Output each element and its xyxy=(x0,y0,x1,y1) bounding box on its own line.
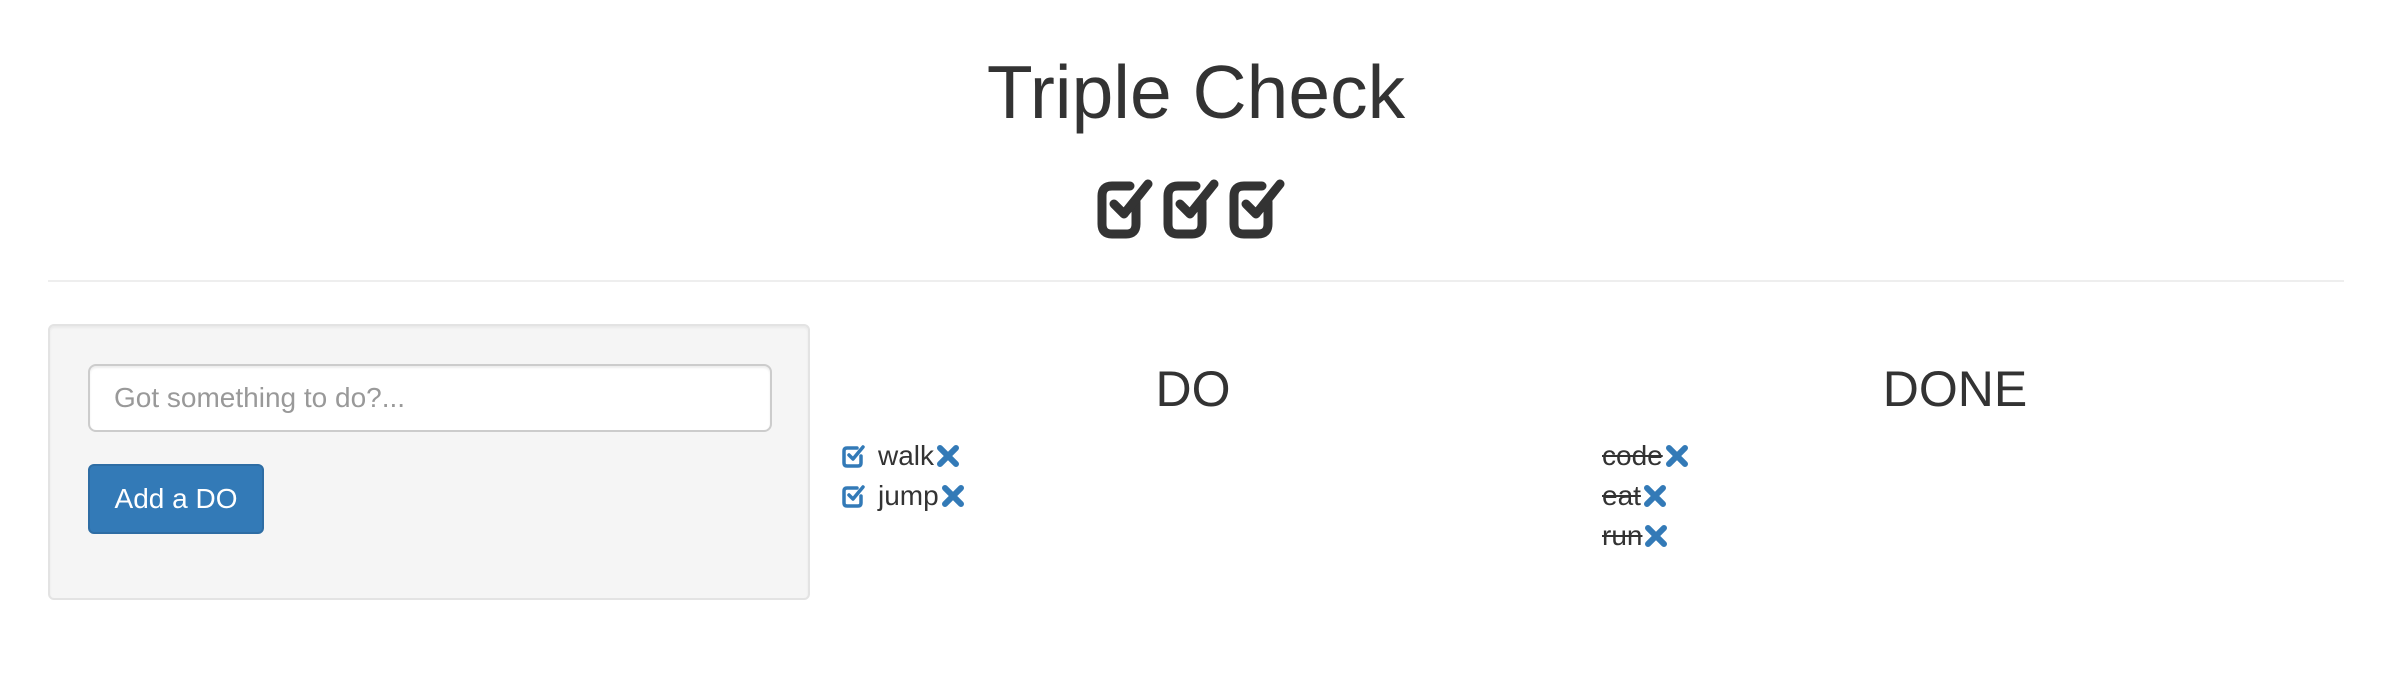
add-todo-panel: Add a DO xyxy=(48,324,810,600)
page: Triple Check Add a DO DO xyxy=(0,0,2392,676)
do-item-text: jump xyxy=(878,480,939,511)
close-icon[interactable] xyxy=(1665,444,1689,468)
done-list-item: code xyxy=(1602,436,1689,476)
check-square-icon[interactable] xyxy=(840,442,868,470)
do-list: walk jump xyxy=(840,436,965,516)
done-item-text: code xyxy=(1602,440,1663,471)
header-divider xyxy=(48,280,2344,282)
page-title: Triple Check xyxy=(986,50,1406,134)
done-item-text: run xyxy=(1602,520,1643,551)
do-item-text: walk xyxy=(878,440,935,471)
close-icon[interactable] xyxy=(1643,484,1667,508)
done-list: code eat run xyxy=(1602,436,1689,556)
close-icon[interactable] xyxy=(1644,524,1668,548)
done-list-item: eat xyxy=(1602,476,1689,516)
done-item-text: eat xyxy=(1602,480,1641,511)
todo-input[interactable] xyxy=(88,364,772,432)
done-list-item: run xyxy=(1602,516,1689,556)
do-list-item: walk xyxy=(840,436,965,476)
done-column-heading: DONE xyxy=(1882,361,2028,417)
do-column-heading: DO xyxy=(1155,361,1231,417)
add-do-button[interactable]: Add a DO xyxy=(88,464,264,534)
close-icon[interactable] xyxy=(936,444,960,468)
check-square-icon[interactable] xyxy=(840,482,868,510)
close-icon[interactable] xyxy=(941,484,965,508)
do-list-item: jump xyxy=(840,476,965,516)
triple-check-logo-icon xyxy=(1096,170,1296,242)
